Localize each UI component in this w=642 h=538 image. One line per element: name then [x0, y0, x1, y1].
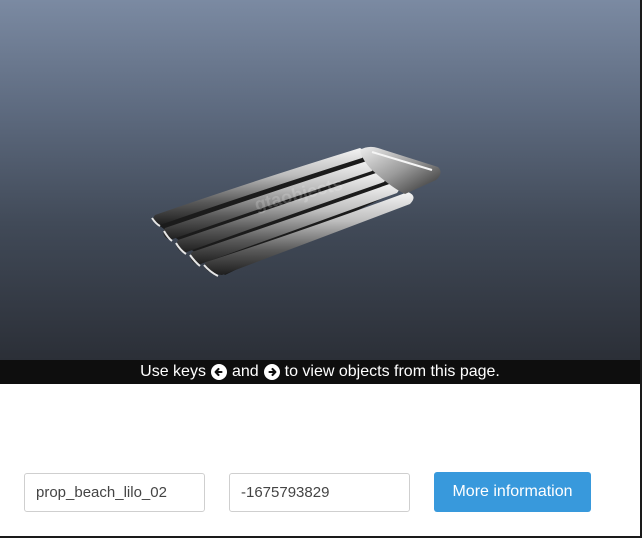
object-hash-field[interactable] [229, 472, 410, 512]
object-name-field[interactable] [24, 472, 205, 512]
hint-suffix: to view objects from this page. [284, 363, 500, 380]
object-controls: More information [24, 472, 591, 512]
more-information-button[interactable]: More information [434, 472, 591, 512]
arrow-left-circle-icon [210, 364, 227, 380]
hint-prefix: Use keys [140, 363, 206, 380]
model-viewer[interactable]: gtaobjects [0, 0, 640, 360]
hint-and: and [231, 363, 259, 380]
lilo-model: gtaobjects [151, 146, 441, 277]
keyboard-hint-bar: Use keys and to view objects from this p… [0, 360, 640, 384]
arrow-right-circle-icon [263, 364, 280, 380]
page-frame: gtaobjects Use keys and to view objects … [0, 0, 642, 538]
